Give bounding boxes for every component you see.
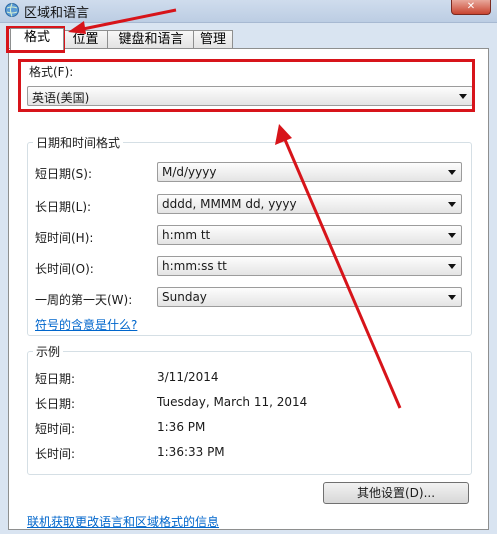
chevron-down-icon (448, 264, 456, 269)
tab-format[interactable]: 格式 (10, 28, 64, 50)
other-settings-button[interactable]: 其他设置(D)... (323, 482, 469, 504)
examples-legend: 示例 (36, 345, 61, 359)
short-date-value: M/d/yyyy (162, 165, 217, 179)
long-date-select[interactable]: dddd, MMMM dd, yyyy (157, 194, 462, 214)
short-time-select[interactable]: h:mm tt (157, 225, 462, 245)
short-date-label: 短日期(S): (35, 167, 93, 181)
long-time-label: 长时间(O): (35, 262, 94, 276)
close-button[interactable]: ✕ (451, 0, 491, 15)
first-day-select[interactable]: Sunday (157, 287, 462, 307)
first-day-label: 一周的第一天(W): (35, 293, 133, 307)
example-long-date-value: Tuesday, March 11, 2014 (157, 395, 308, 409)
tab-label: 管理 (199, 32, 226, 47)
first-day-value: Sunday (162, 290, 207, 304)
online-info-link[interactable]: 联机获取更改语言和区域格式的信息 (27, 513, 219, 530)
chevron-down-icon (448, 170, 456, 175)
notation-meaning-link[interactable]: 符号的含意是什么? (35, 316, 137, 333)
example-long-date-label: 长日期: (35, 397, 76, 411)
long-date-label: 长日期(L): (35, 200, 92, 214)
examples-group: 示例 (27, 343, 472, 475)
example-long-time-label: 长时间: (35, 447, 76, 461)
example-short-time-label: 短时间: (35, 422, 76, 436)
long-date-value: dddd, MMMM dd, yyyy (162, 197, 297, 211)
tab-label: 格式 (23, 30, 50, 45)
globe-icon (5, 3, 19, 17)
tab-label: 键盘和语言 (118, 32, 184, 47)
example-long-time-value: 1:36:33 PM (157, 445, 225, 459)
long-time-select[interactable]: h:mm:ss tt (157, 256, 462, 276)
example-short-date-value: 3/11/2014 (157, 370, 219, 384)
datetime-formats-legend: 日期和时间格式 (36, 136, 121, 150)
long-time-value: h:mm:ss tt (162, 259, 227, 273)
tab-strip: 格式 位置 键盘和语言 管理 (8, 28, 488, 50)
example-short-date-label: 短日期: (35, 372, 76, 386)
chevron-down-icon (448, 295, 456, 300)
example-short-time-value: 1:36 PM (157, 420, 206, 434)
other-settings-button-label: 其他设置(D)... (356, 486, 436, 500)
short-date-select[interactable]: M/d/yyyy (157, 162, 462, 182)
tab-keyboards-languages[interactable]: 键盘和语言 (107, 30, 195, 48)
chevron-down-icon (448, 202, 456, 207)
tab-administrative[interactable]: 管理 (193, 30, 233, 48)
tab-label: 位置 (72, 32, 99, 47)
tab-panel-format: 格式(F): 英语(美国) 日期和时间格式 短日期(S): M/d/yyyy 长… (8, 48, 489, 530)
close-icon: ✕ (466, 1, 476, 12)
short-time-value: h:mm tt (162, 228, 211, 242)
tab-location[interactable]: 位置 (62, 30, 109, 48)
window-title: 区域和语言 (24, 6, 90, 21)
title-bar: 区域和语言 ✕ (0, 0, 497, 23)
chevron-down-icon (448, 233, 456, 238)
format-highlight-box (18, 59, 475, 112)
short-time-label: 短时间(H): (35, 231, 94, 245)
